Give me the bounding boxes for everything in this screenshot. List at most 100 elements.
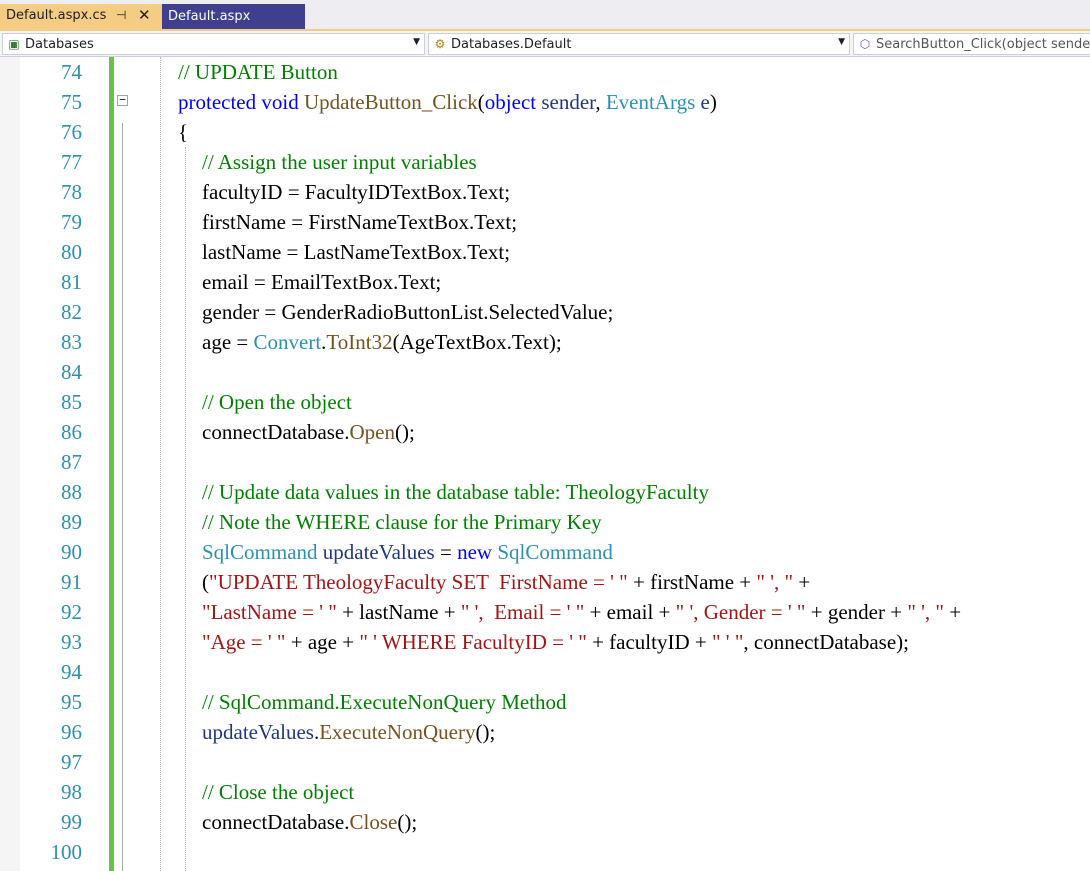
line-number: 98 (61, 780, 82, 804)
code-line[interactable]: 93 "Age = ' " + age + " ' WHERE FacultyID… (0, 627, 1090, 657)
code-editor[interactable]: 74 // UPDATE Button 75 protected void Updat… (0, 57, 1090, 871)
code-line[interactable]: 83 age = Convert.ToInt32(AgeTextBox.Text)… (0, 327, 1090, 357)
code-token: updateValues (322, 540, 435, 564)
member-dropdown[interactable]: ⬡ SearchButton_Click(object sende (853, 33, 1090, 55)
code-line[interactable]: 90 SqlCommand updateValues = new SqlComma… (0, 537, 1090, 567)
code-token: + age + (285, 630, 360, 654)
code-line[interactable]: 96 updateValues.ExecuteNonQuery(); (0, 717, 1090, 747)
code-line[interactable]: 94 (0, 657, 1090, 687)
code-line[interactable]: 76 { (0, 117, 1090, 147)
code-token: Open (349, 420, 396, 444)
code-text: connectDatabase.Close(); (202, 807, 417, 837)
line-number: 77 (61, 150, 82, 174)
code-token: ) (709, 90, 717, 114)
code-token: SqlCommand (202, 540, 323, 564)
code-line[interactable]: 91 ("UPDATE TheologyFaculty SET FirstName… (0, 567, 1090, 597)
code-line[interactable]: 77 // Assign the user input variables (0, 147, 1090, 177)
code-token: // UPDATE Button (178, 60, 338, 84)
code-token: "LastName = ' " (202, 600, 337, 624)
code-text: lastName = LastNameTextBox.Text; (202, 237, 510, 267)
code-text: { (178, 117, 188, 147)
code-line[interactable]: 85 // Open the object (0, 387, 1090, 417)
code-line[interactable]: 75 protected void UpdateButton_Click(obje… (0, 87, 1090, 117)
code-line[interactable]: 100 (0, 837, 1090, 867)
code-token: // Note the WHERE clause for the Primary… (202, 510, 602, 534)
code-token: " ', Gender = ' " (675, 600, 806, 624)
line-number: 84 (61, 360, 82, 384)
code-token: + lastName + (336, 600, 461, 624)
code-token: gender = GenderRadioButtonList.SelectedV… (202, 300, 614, 324)
project-label: Databases (25, 36, 94, 52)
document-tab-bar: Default.aspx.cs ⊣ ✕ Default.aspx (0, 0, 1090, 29)
code-token: UpdateButton_Click (303, 90, 478, 114)
line-number: 96 (61, 720, 82, 744)
line-number: 87 (61, 450, 82, 474)
code-line[interactable]: 78 facultyID = FacultyIDTextBox.Text; (0, 177, 1090, 207)
line-number: 91 (61, 570, 82, 594)
code-token: (); (397, 810, 418, 834)
code-line[interactable]: 84 (0, 357, 1090, 387)
code-token: "Age = ' " (202, 630, 286, 654)
pin-icon[interactable]: ⊣ (116, 8, 126, 22)
code-token: (); (395, 420, 415, 444)
code-line[interactable]: 81 email = EmailTextBox.Text; (0, 267, 1090, 297)
line-number: 86 (61, 420, 82, 444)
code-text: firstName = FirstNameTextBox.Text; (202, 207, 517, 237)
collapse-icon[interactable]: − (117, 94, 128, 106)
type-dropdown[interactable]: ⚙ Databases.Default ▼ (428, 33, 850, 55)
code-token: Convert (253, 330, 322, 354)
project-icon: ▣ (8, 37, 20, 51)
code-token: new (457, 540, 498, 564)
code-line[interactable]: 87 (0, 447, 1090, 477)
line-number: 76 (61, 120, 82, 144)
line-number: 80 (61, 240, 82, 264)
code-text: facultyID = FacultyIDTextBox.Text; (202, 177, 510, 207)
code-token: + gender + (805, 600, 908, 624)
close-icon[interactable]: ✕ (138, 6, 151, 24)
code-token: e (700, 90, 710, 114)
line-number: 85 (61, 390, 82, 414)
code-line[interactable]: 79 firstName = FirstNameTextBox.Text; (0, 207, 1090, 237)
code-token: , (595, 90, 606, 114)
code-line[interactable]: 82 gender = GenderRadioButtonList.Selecte… (0, 297, 1090, 327)
tab-default-aspx-cs[interactable]: Default.aspx.cs ⊣ ✕ (0, 4, 162, 29)
code-token: EventArgs (605, 90, 701, 114)
code-token: firstName = FirstNameTextBox.Text; (202, 210, 518, 234)
code-token: ExecuteNonQuery (319, 720, 476, 744)
code-text: // Update data values in the database ta… (202, 477, 709, 507)
code-line[interactable]: 99 connectDatabase.Close(); (0, 807, 1090, 837)
method-icon: ⬡ (859, 37, 871, 51)
code-token: ( (477, 90, 485, 114)
indent-guide (185, 147, 186, 871)
code-token: , connectDatabase); (743, 630, 910, 654)
code-line[interactable]: 97 (0, 747, 1090, 777)
code-line[interactable]: 89 // Note the WHERE clause for the Prima… (0, 507, 1090, 537)
code-text: // Open the object (202, 387, 352, 417)
code-token: // Assign the user input variables (202, 150, 477, 174)
code-line[interactable]: 98 // Close the object (0, 777, 1090, 807)
code-line[interactable]: 92 "LastName = ' " + lastName + " ', Emai… (0, 597, 1090, 627)
code-token: { (178, 120, 189, 144)
code-token: // SqlCommand.ExecuteNonQuery Method (202, 690, 567, 714)
tab-default-aspx[interactable]: Default.aspx (162, 4, 305, 29)
line-number: 97 (61, 750, 82, 774)
code-line[interactable]: 88 // Update data values in the database … (0, 477, 1090, 507)
code-token: connectDatabase. (202, 810, 350, 834)
code-line[interactable]: 74 // UPDATE Button (0, 57, 1090, 87)
code-line[interactable]: 86 connectDatabase.Open(); (0, 417, 1090, 447)
code-token: age = (202, 330, 254, 354)
code-token: Close (349, 810, 398, 834)
code-token: // Open the object (202, 390, 352, 414)
code-text: age = Convert.ToInt32(AgeTextBox.Text); (202, 327, 562, 357)
code-line[interactable]: 80 lastName = LastNameTextBox.Text; (0, 237, 1090, 267)
code-token: ( (202, 570, 209, 594)
code-token: " ', " (907, 600, 945, 624)
line-number: 94 (61, 660, 82, 684)
line-number: 74 (61, 60, 82, 84)
change-tracking-bar (109, 57, 114, 871)
line-number: 81 (61, 270, 82, 294)
project-dropdown[interactable]: ▣ Databases ▼ (2, 33, 425, 55)
code-line[interactable]: 95 // SqlCommand.ExecuteNonQuery Method (0, 687, 1090, 717)
line-number: 83 (61, 330, 82, 354)
line-number: 88 (61, 480, 82, 504)
